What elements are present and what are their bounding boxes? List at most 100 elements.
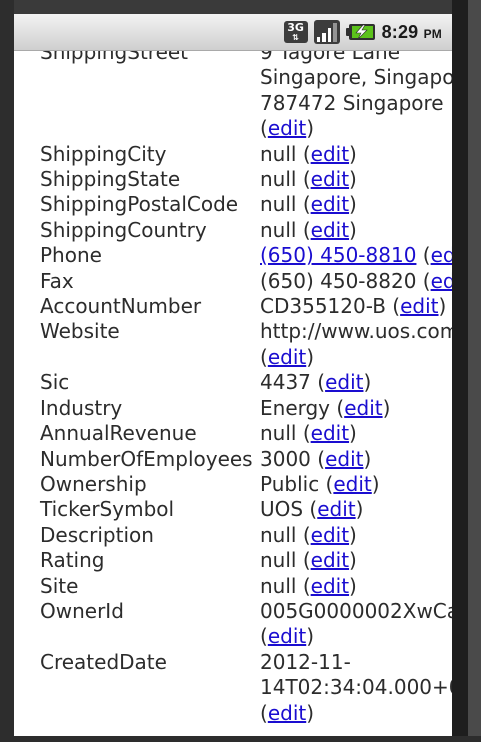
field-label: ShippingCity (40, 141, 167, 166)
edit-link[interactable]: edit (268, 701, 306, 725)
field-value: Energy (edit) (260, 395, 391, 420)
field-label: CreatedDate (40, 649, 167, 674)
edit-link[interactable]: edit (317, 497, 355, 521)
battery-charging-icon (345, 23, 376, 41)
field-label: Ownership (40, 471, 147, 496)
field-row-industry: Industry Energy (edit) (14, 396, 452, 421)
edit-link[interactable]: edit (431, 243, 452, 267)
field-label: TickerSymbol (40, 497, 175, 522)
field-value: (650) 450-8810 (edit) (260, 243, 452, 268)
edit-link[interactable]: edit (311, 192, 349, 216)
value-line: Singapore, Singapor (260, 65, 452, 90)
clock-ampm: PM (423, 26, 442, 41)
field-value: null (edit) (260, 548, 357, 573)
field-label: ShippingPostalCode (40, 192, 239, 217)
field-row-shipping-country: ShippingCountry null (edit) (14, 218, 452, 243)
field-value: http://www.uos.com (edit) (260, 319, 452, 370)
3g-data-icon: 3G ⇅ (283, 21, 308, 43)
field-row-ownership: Ownership Public (edit) (14, 472, 452, 497)
field-label: Site (40, 573, 79, 598)
field-value: null (edit) (260, 522, 357, 547)
field-value: 3000 (edit) (260, 446, 372, 471)
value-text: null (260, 141, 297, 166)
field-label: Website (40, 319, 120, 344)
edit-link[interactable]: edit (268, 624, 306, 648)
field-value: null (edit) (260, 141, 357, 166)
value-text: 3000 (260, 446, 311, 471)
value-text: null (260, 548, 297, 573)
edit-link[interactable]: edit (268, 345, 306, 369)
field-row-owner-id: OwnerId 005G0000002XwCaI (edit) (14, 599, 452, 650)
edit-link[interactable]: edit (325, 447, 363, 471)
value-text: UOS (260, 497, 304, 522)
edit-link[interactable]: edit (311, 218, 349, 242)
status-icons: 3G ⇅ 8:29 PM (283, 20, 442, 44)
value-text: http://www.uos.com (260, 319, 452, 344)
value-text: (650) 450-8820 (260, 268, 417, 293)
field-row-rating: Rating null (edit) (14, 548, 452, 573)
edit-link[interactable]: edit (311, 523, 349, 547)
field-label: NumberOfEmployees (40, 446, 253, 471)
screen: ShippingStreet 9 Tagore Lane Singapore, … (14, 14, 452, 736)
field-row-shipping-street: ShippingStreet 9 Tagore Lane Singapore, … (14, 40, 452, 142)
value-text: null (260, 573, 297, 598)
field-label: Sic (40, 370, 70, 395)
status-bar: 3G ⇅ 8:29 PM (14, 14, 452, 51)
edit-link[interactable]: edit (333, 472, 371, 496)
field-label: Phone (40, 243, 102, 268)
value-line: 2012-11- (260, 649, 351, 674)
field-label: AnnualRevenue (40, 421, 197, 446)
value-text: 005G0000002XwCaI (260, 598, 452, 623)
device-frame-left (0, 0, 14, 742)
value-text: Public (260, 471, 320, 496)
edit-link[interactable]: edit (311, 142, 349, 166)
device-frame-bottom (0, 736, 481, 742)
edit-link[interactable]: edit (311, 421, 349, 445)
field-row-ticker-symbol: TickerSymbol UOS (edit) (14, 497, 452, 522)
field-value: null (edit) (260, 217, 357, 242)
field-value: 4437 (edit) (260, 370, 372, 395)
field-value: 2012-11- 14T02:34:04.000+00 (edit) (260, 650, 452, 726)
field-label: Fax (40, 268, 74, 293)
edit-link[interactable]: edit (400, 294, 438, 318)
field-value: null (edit) (260, 192, 357, 217)
device-frame-right (452, 0, 481, 742)
edit-link[interactable]: edit (344, 396, 382, 420)
field-value: 005G0000002XwCaI (edit) (260, 599, 452, 650)
field-row-created-date: CreatedDate 2012-11- 14T02:34:04.000+00 … (14, 650, 452, 726)
field-row-shipping-state: ShippingState null (edit) (14, 167, 452, 192)
edit-link[interactable]: edit (325, 370, 363, 394)
value-text: null (260, 167, 297, 192)
edit-link[interactable]: edit (431, 269, 452, 293)
value-text: CD355120-B (260, 294, 386, 319)
field-row-number-of-employees: NumberOfEmployees 3000 (edit) (14, 447, 452, 472)
field-value: null (edit) (260, 421, 357, 446)
value-text: Energy (260, 395, 331, 420)
phone-link[interactable]: (650) 450-8810 (260, 243, 416, 267)
field-label: Description (40, 522, 154, 547)
field-value: (650) 450-8820 (edit) (260, 269, 452, 294)
field-value: Public (edit) (260, 471, 380, 496)
value-line: 14T02:34:04.000+00 (260, 675, 452, 700)
value-text: null (260, 421, 297, 446)
signal-strength-icon (313, 20, 340, 44)
edit-link[interactable]: edit (268, 116, 306, 140)
field-label: ShippingCountry (40, 217, 207, 242)
value-text: null (260, 217, 297, 242)
field-label: ShippingState (40, 167, 181, 192)
field-row-shipping-city: ShippingCity null (edit) (14, 142, 452, 167)
field-row-shipping-postal-code: ShippingPostalCode null (edit) (14, 192, 452, 217)
edit-link[interactable]: edit (311, 574, 349, 598)
field-label: Rating (40, 548, 105, 573)
field-row-annual-revenue: AnnualRevenue null (edit) (14, 421, 452, 446)
field-row-phone: Phone (650) 450-8810 (edit) (14, 243, 452, 268)
field-label: OwnerId (40, 598, 124, 623)
edit-link[interactable]: edit (311, 167, 349, 191)
edit-link[interactable]: edit (311, 548, 349, 572)
field-value: null (edit) (260, 167, 357, 192)
field-value: 9 Tagore Lane Singapore, Singapor 787472… (260, 40, 452, 142)
field-value: null (edit) (260, 573, 357, 598)
field-row-account-number: AccountNumber CD355120-B (edit) (14, 294, 452, 319)
record-detail-list: ShippingStreet 9 Tagore Lane Singapore, … (14, 40, 452, 726)
value-text: null (260, 192, 297, 217)
